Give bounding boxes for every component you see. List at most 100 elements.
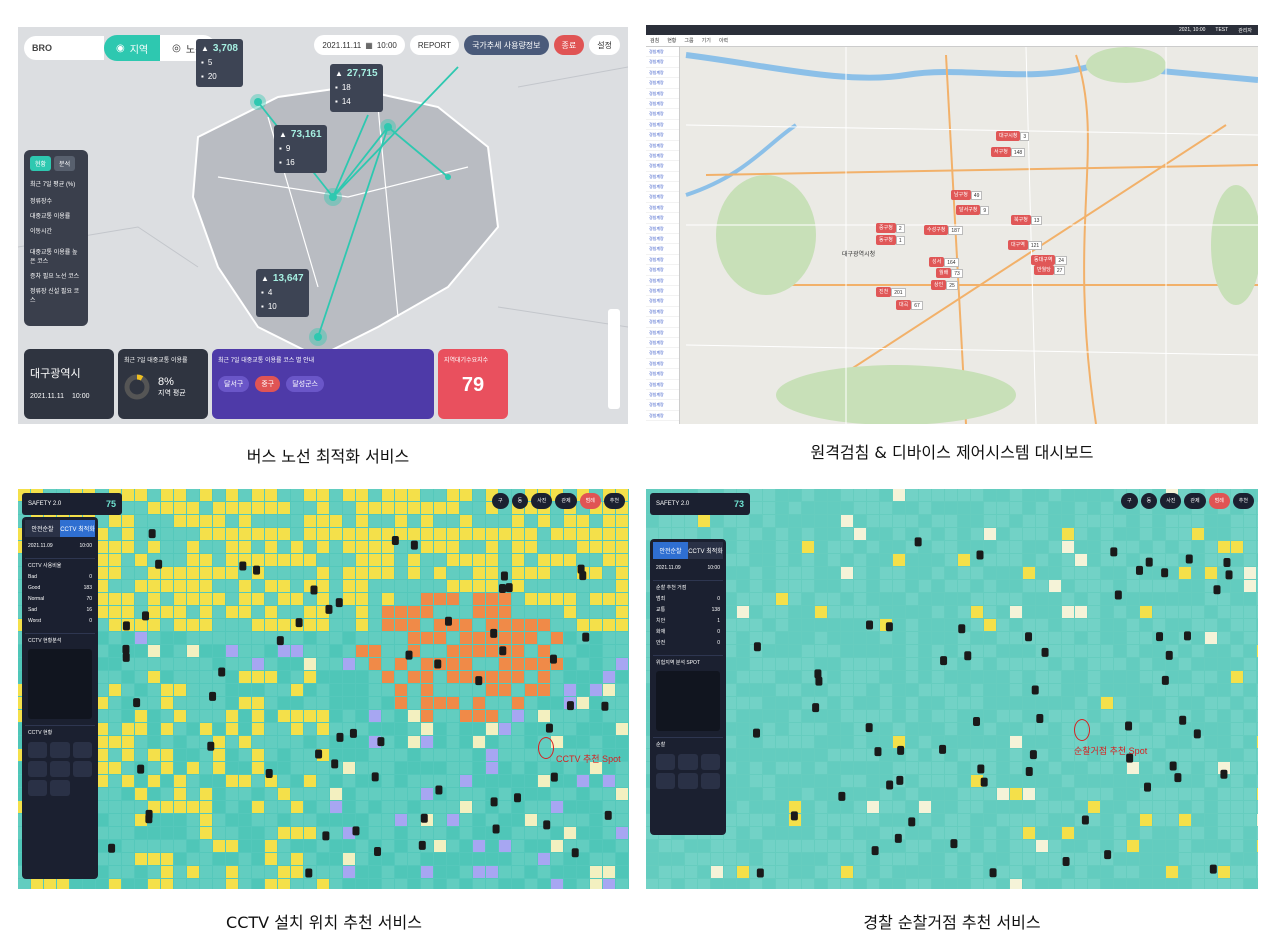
legend-button[interactable]: 범례 (1208, 493, 1230, 509)
device-list-item[interactable]: 경침계량 (646, 244, 679, 255)
photo-button[interactable]: 사진 (1160, 493, 1182, 509)
device-marker[interactable]: 진천 201 (876, 287, 906, 297)
side-line[interactable]: 증차 필요 노선 코스 (30, 271, 82, 280)
device-list-item[interactable]: 경침계량 (646, 317, 679, 328)
photo-button[interactable]: 사진 (531, 493, 553, 509)
device-list-item[interactable]: 경침계량 (646, 348, 679, 359)
device-list-item[interactable]: 경침계량 (646, 109, 679, 120)
side-line[interactable]: 대중교통 이용률 높은 코스 (30, 247, 82, 265)
device-list-item[interactable]: 경침계량 (646, 296, 679, 307)
usage-info-button[interactable]: 국가추세 사용량정보 (464, 35, 549, 55)
tab-status[interactable]: 현황 (30, 156, 52, 171)
course-chip[interactable]: 달성군스 (286, 376, 324, 392)
dong-select[interactable]: 동 (511, 493, 529, 509)
control-button[interactable]: 관제 (555, 493, 577, 509)
device-list-item[interactable]: 경침계량 (646, 234, 679, 245)
menu-item[interactable]: 현황 (667, 37, 676, 44)
date-value[interactable]: 2021.11.09 (28, 541, 53, 552)
device-list-item[interactable]: 경침계량 (646, 172, 679, 183)
course-chip[interactable]: 달서구 (218, 376, 250, 392)
device-list-item[interactable]: 경침계량 (646, 203, 679, 214)
device-marker[interactable]: 서구청 148 (991, 147, 1026, 157)
device-marker[interactable]: 달서구청 9 (956, 205, 990, 215)
device-list-item[interactable]: 경침계량 (646, 400, 679, 411)
menu-item[interactable]: 검침 (650, 37, 659, 44)
device-marker[interactable]: 동대구역 24 (1031, 255, 1067, 265)
device-list-item[interactable]: 경침계량 (646, 359, 679, 370)
side-line[interactable]: 이동시간 (30, 226, 82, 235)
header-user[interactable]: TEST (1215, 27, 1228, 33)
recommend-button[interactable]: 추천 (1232, 493, 1254, 509)
zoom-slider[interactable] (608, 309, 620, 409)
device-marker[interactable]: 성서 164 (929, 257, 959, 267)
menu-item[interactable]: 이력 (719, 37, 728, 44)
device-marker[interactable]: 반월당 27 (1034, 265, 1066, 275)
side-line[interactable]: 정류장수 (30, 196, 82, 205)
dong-select[interactable]: 동 (1140, 493, 1158, 509)
menu-item[interactable]: 그룹 (684, 37, 693, 44)
device-list-item[interactable]: 경침계량 (646, 390, 679, 401)
time-value[interactable]: 10:00 (79, 541, 92, 552)
device-list-item[interactable]: 경침계량 (646, 265, 679, 276)
device-list-item[interactable]: 경침계량 (646, 328, 679, 338)
device-list-item[interactable]: 경침계량 (646, 224, 679, 235)
device-list-item[interactable]: 경침계량 (646, 338, 679, 349)
device-list-item[interactable]: 경침계량 (646, 380, 679, 390)
device-list-item[interactable]: 경침계량 (646, 286, 679, 297)
device-marker[interactable]: 상인 25 (931, 280, 958, 290)
device-marker[interactable]: 중구청 2 (876, 223, 905, 233)
device-marker[interactable]: 수성구청 187 (924, 225, 963, 235)
device-marker[interactable]: 남구청 49 (951, 190, 983, 200)
date-picker[interactable]: 2021.11.11 ▦ 10:00 (314, 35, 405, 55)
device-list-item[interactable]: 경침계량 (646, 68, 679, 79)
side-line[interactable]: 정류장 신설 필요 코스 (30, 286, 82, 304)
time-value[interactable]: 10:00 (707, 563, 720, 574)
device-marker[interactable]: 대구시청 3 (996, 131, 1030, 141)
device-list-item[interactable]: 경침계량 (646, 99, 679, 110)
device-list-item[interactable]: 경침계량 (646, 307, 679, 318)
device-list-item[interactable]: 경침계량 (646, 120, 679, 131)
stat-value: 27,715 (346, 68, 378, 79)
recommend-button[interactable]: 추천 (603, 493, 625, 509)
device-list-item[interactable]: 경침계량 (646, 192, 679, 203)
exit-button[interactable]: 종료 (553, 35, 585, 55)
district-select[interactable]: 구 (491, 493, 509, 509)
device-list-item[interactable]: 경침계량 (646, 78, 679, 89)
device-list-item[interactable]: 경침계량 (646, 411, 679, 422)
device-marker[interactable]: 월배 73 (936, 268, 963, 278)
course-chip[interactable]: 중구 (255, 376, 281, 392)
device-list-item[interactable]: 경침계량 (646, 161, 679, 172)
device-list-item[interactable]: 경침계량 (646, 130, 679, 141)
tab-analysis[interactable]: 분석 (54, 156, 76, 171)
bus-bottom-cards: 대구광역시 2021.11.11 10:00 최근 7일 대중교통 이용률 8% 지… (24, 349, 508, 419)
device-list-item[interactable]: 경침계량 (646, 182, 679, 193)
device-list-item[interactable]: 경침계량 (646, 47, 679, 58)
device-list-item[interactable]: 경침계량 (646, 213, 679, 224)
district-select[interactable]: 구 (1120, 493, 1138, 509)
menu-item[interactable]: 기기 (702, 37, 711, 44)
device-marker[interactable]: 대구역 121 (1008, 240, 1043, 250)
device-list-item[interactable]: 경침계량 (646, 151, 679, 162)
tab-region[interactable]: ◉ 지역 (104, 35, 161, 61)
tab-cctv[interactable]: CCTV 최적화 (60, 520, 95, 537)
tab-cctv[interactable]: CCTV 최적화 (688, 542, 723, 559)
device-list-item[interactable]: 경침계량 (646, 89, 679, 99)
tab-patrol[interactable]: 안전순찰 (25, 520, 60, 537)
legend-button[interactable]: 범례 (579, 493, 601, 509)
settings-button[interactable]: 설정 (589, 35, 620, 55)
control-button[interactable]: 관제 (1184, 493, 1206, 509)
device-list-item[interactable]: 경침계량 (646, 141, 679, 151)
side-line[interactable]: 대중교통 이용률 (30, 211, 82, 220)
device-list-item[interactable]: 경침계량 (646, 369, 679, 380)
device-marker[interactable]: 대곡 67 (896, 300, 923, 310)
device-list-item[interactable]: 경침계량 (646, 255, 679, 266)
report-button[interactable]: REPORT (409, 35, 460, 55)
header-role[interactable]: 관리자 (1238, 27, 1252, 34)
marker-label: 동구청 (876, 235, 896, 245)
date-value[interactable]: 2021.11.09 (656, 563, 681, 574)
tab-patrol[interactable]: 안전순찰 (653, 542, 688, 559)
device-marker[interactable]: 동구청 1 (876, 235, 905, 245)
device-marker[interactable]: 북구청 13 (1011, 215, 1043, 225)
device-list-item[interactable]: 경침계량 (646, 276, 679, 286)
device-list-item[interactable]: 경침계량 (646, 57, 679, 68)
